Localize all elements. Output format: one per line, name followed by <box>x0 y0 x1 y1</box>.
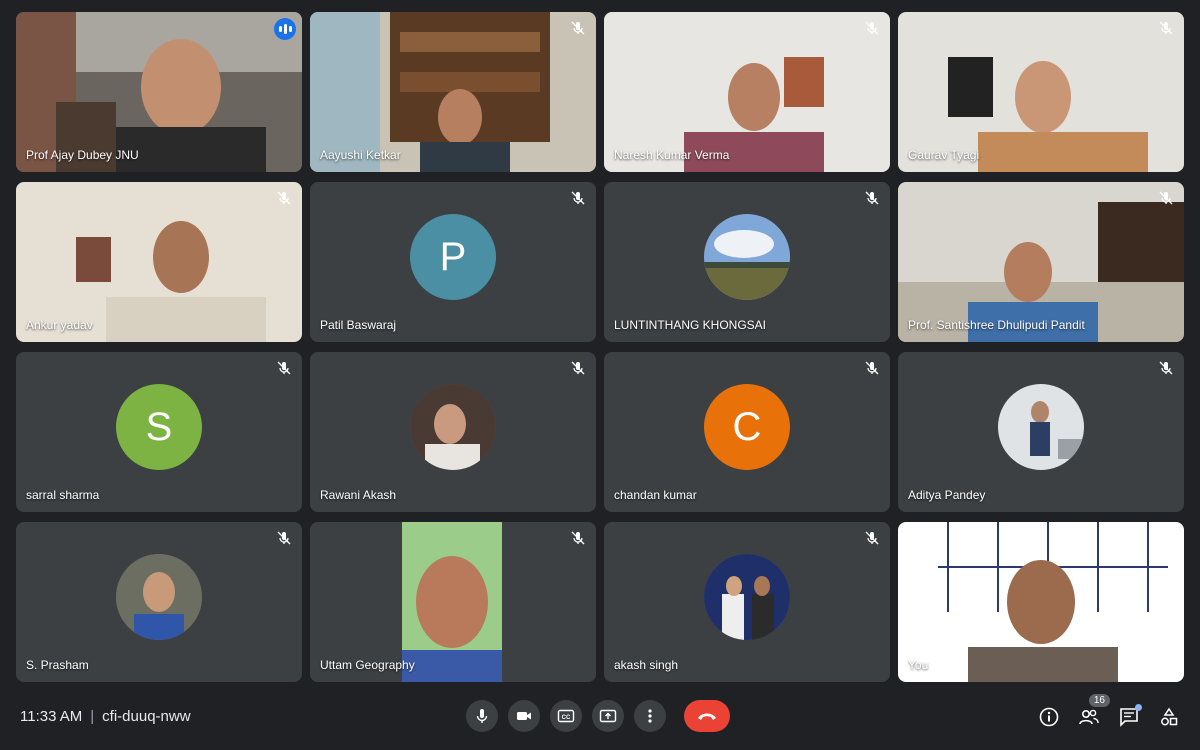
avatar: P <box>410 214 496 300</box>
participant-tile[interactable]: Aditya Pandey <box>898 352 1184 512</box>
avatar <box>116 554 202 640</box>
mic-off-icon <box>277 361 291 375</box>
mic-button[interactable] <box>466 700 498 732</box>
mic-off-icon <box>571 21 585 35</box>
participant-name: Gaurav Tyagi <box>908 148 980 162</box>
bottom-toolbar: 11:33 AM | cfi-duuq-nww CC 16 <box>0 688 1200 750</box>
participant-tile[interactable]: akash singh <box>604 522 890 682</box>
participant-name: Prof. Santishree Dhulipudi Pandit <box>908 318 1085 332</box>
participant-name: sarral sharma <box>26 488 100 502</box>
speaking-indicator-icon <box>274 18 296 40</box>
mic-off-icon <box>277 531 291 545</box>
participant-name: Aayushi Ketkar <box>320 148 401 162</box>
activities-icon <box>1161 707 1178 726</box>
participant-name: Naresh Kumar Verma <box>614 148 730 162</box>
participant-name: You <box>908 658 929 672</box>
meeting-time: 11:33 AM <box>20 708 83 725</box>
mic-off-icon <box>1159 191 1173 205</box>
people-icon <box>1079 709 1099 725</box>
present-icon <box>599 709 617 723</box>
activities-button[interactable] <box>1158 706 1180 728</box>
participant-tile[interactable]: C chandan kumar <box>604 352 890 512</box>
participant-tile[interactable]: Uttam Geography <box>310 522 596 682</box>
participant-name: Aditya Pandey <box>908 488 986 502</box>
mic-off-icon <box>571 191 585 205</box>
info-button[interactable] <box>1038 706 1060 728</box>
participant-count-badge: 16 <box>1088 694 1110 707</box>
mic-off-icon <box>865 21 879 35</box>
avatar <box>704 214 790 300</box>
mic-off-icon <box>865 531 879 545</box>
mic-off-icon <box>277 191 291 205</box>
participant-tile[interactable]: P Patil Baswaraj <box>310 182 596 342</box>
participant-tile[interactable]: LUNTINTHANG KHONGSAI <box>604 182 890 342</box>
end-call-button[interactable] <box>684 700 730 732</box>
participant-name: akash singh <box>614 658 679 672</box>
participant-tile[interactable]: Gaurav Tyagi <box>898 12 1184 172</box>
participant-tile[interactable]: Rawani Akash <box>310 352 596 512</box>
end-call-icon <box>698 713 716 720</box>
info-icon <box>1039 707 1059 727</box>
participant-name: LUNTINTHANG KHONGSAI <box>614 318 767 332</box>
mic-off-icon <box>865 191 879 205</box>
participant-name: Prof Ajay Dubey JNU <box>26 148 139 162</box>
participant-tile[interactable]: Aayushi Ketkar <box>310 12 596 172</box>
participant-tile[interactable]: Naresh Kumar Verma <box>604 12 890 172</box>
mic-off-icon <box>1159 361 1173 375</box>
avatar <box>410 384 496 470</box>
participant-name: chandan kumar <box>614 488 697 502</box>
mic-off-icon <box>571 531 585 545</box>
people-button[interactable]: 16 <box>1078 694 1110 728</box>
participant-name: S. Prasham <box>26 658 89 672</box>
video-feed <box>898 522 1184 682</box>
participant-tile[interactable]: You <box>898 522 1184 682</box>
call-controls: CC <box>466 700 730 732</box>
captions-icon: CC <box>557 709 575 723</box>
avatar: S <box>116 384 202 470</box>
more-options-icon <box>648 709 652 723</box>
mic-off-icon <box>865 361 879 375</box>
participant-name: Patil Baswaraj <box>320 318 397 332</box>
participant-name: Uttam Geography <box>320 658 415 672</box>
present-button[interactable] <box>592 700 624 732</box>
participant-tile[interactable]: Ankur yadav <box>16 182 302 342</box>
participant-name: Rawani Akash <box>320 488 397 502</box>
avatar: C <box>704 384 790 470</box>
more-options-button[interactable] <box>634 700 666 732</box>
mic-icon <box>476 709 488 723</box>
camera-icon <box>517 712 531 720</box>
separator: | <box>90 708 95 725</box>
captions-button[interactable]: CC <box>550 700 582 732</box>
participant-tile[interactable]: Prof Ajay Dubey JNU <box>16 12 302 172</box>
mic-off-icon <box>571 361 585 375</box>
camera-button[interactable] <box>508 700 540 732</box>
participant-tile[interactable]: Prof. Santishree Dhulipudi Pandit <box>898 182 1184 342</box>
meeting-code: cfi-duuq-nww <box>102 708 191 725</box>
svg-text:CC: CC <box>562 715 571 721</box>
participant-grid: Prof Ajay Dubey JNU Aayushi Ketkar Nares… <box>16 12 1186 684</box>
unread-dot <box>1135 704 1142 711</box>
meeting-info: 11:33 AM | cfi-duuq-nww <box>20 708 191 725</box>
mic-off-icon <box>1159 21 1173 35</box>
avatar <box>704 554 790 640</box>
participant-tile[interactable]: S. Prasham <box>16 522 302 682</box>
side-panel-buttons: 16 <box>1038 694 1180 728</box>
avatar <box>998 384 1084 470</box>
chat-button[interactable] <box>1118 704 1142 728</box>
participant-name: Ankur yadav <box>26 318 93 332</box>
participant-tile[interactable]: S sarral sharma <box>16 352 302 512</box>
